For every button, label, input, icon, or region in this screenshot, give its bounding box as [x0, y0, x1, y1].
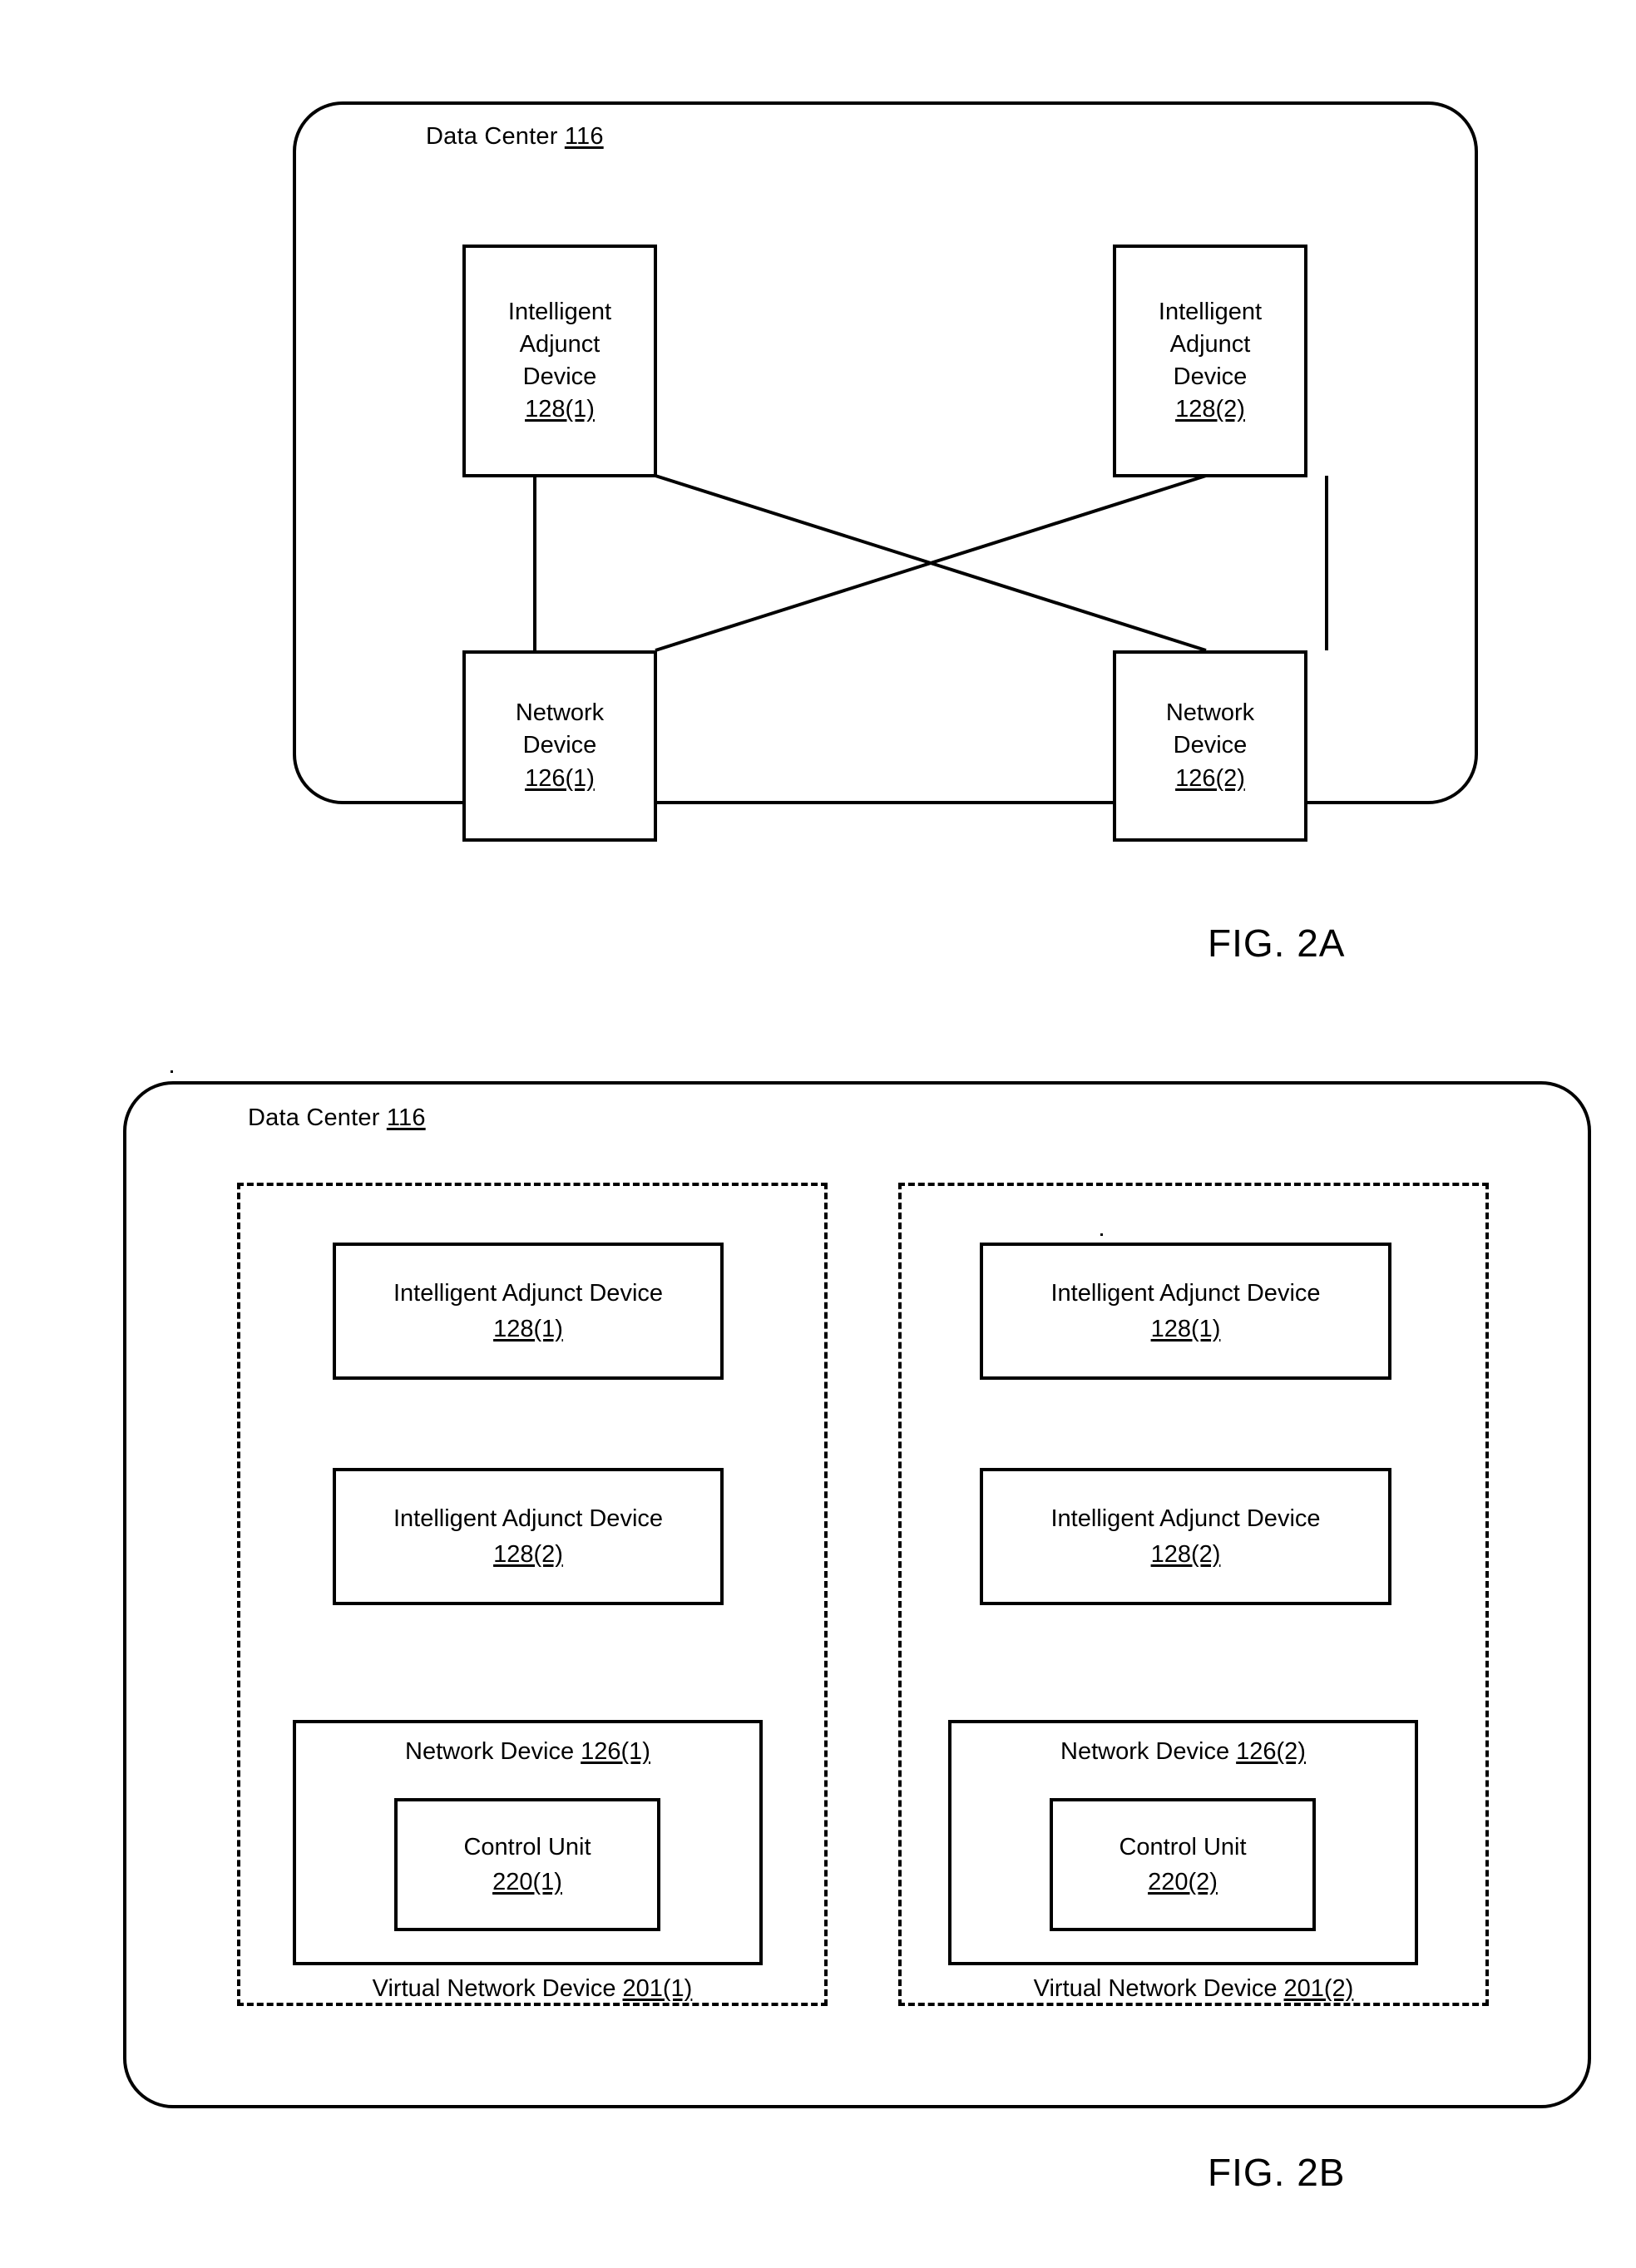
vnd2-label-text: Virtual Network Device [1033, 1975, 1284, 2002]
virtual-network-device-201-1-label: Virtual Network Device 201(1) [237, 1975, 828, 2003]
nd1-title-text-2b: Network Device [405, 1738, 581, 1765]
vnd2-label-ref: 201(2) [1283, 1975, 1354, 2002]
g2-iad1-title: Intelligent Adjunct Device [1050, 1280, 1321, 1307]
network-device-126-2-box-2a: Network Device 126(2) [1113, 650, 1307, 842]
g2-iad1-ref: 128(1) [1150, 1315, 1221, 1342]
virtual-network-device-201-1-adjunct-128-2: Intelligent Adjunct Device 128(2) [333, 1468, 724, 1605]
nd2-title-text-2b: Network Device [1060, 1738, 1237, 1765]
nd1-line-1: Network [515, 699, 605, 727]
data-center-label-text: Data Center [426, 123, 565, 150]
iad1-line-3: Device [522, 363, 597, 390]
iad2-ref: 128(2) [1175, 396, 1245, 423]
intelligent-adjunct-device-128-1-box-2a: Intelligent Adjunct Device 128(1) [462, 245, 657, 477]
cu2-title: Control Unit [1119, 1833, 1247, 1860]
g1-iad2-title: Intelligent Adjunct Device [393, 1505, 664, 1533]
g1-iad2-ref: 128(2) [493, 1540, 563, 1568]
vnd1-label-ref: 201(1) [622, 1975, 693, 2002]
data-center-label-text-2b: Data Center [248, 1104, 387, 1131]
data-center-label-2a: Data Center 116 [426, 123, 604, 151]
g2-iad2-title: Intelligent Adjunct Device [1050, 1505, 1321, 1533]
iad1-line-1: Intelligent [507, 298, 612, 325]
cu2-ref: 220(2) [1148, 1869, 1218, 1895]
network-device-126-1-box-2b: Network Device 126(1) Control Unit 220(1… [293, 1720, 763, 1965]
iad1-ref: 128(1) [525, 396, 595, 423]
artifact-dot-top-left [171, 1070, 173, 1073]
network-device-126-1-box-2a: Network Device 126(1) [462, 650, 657, 842]
nd1-title-ref-2b: 126(1) [581, 1738, 650, 1765]
figure-2a: Data Center 116 Intelligent Adjunct Devi… [0, 0, 1636, 998]
virtual-network-device-201-2-adjunct-128-1: Intelligent Adjunct Device 128(1) [980, 1243, 1391, 1380]
data-center-ref-2b: 116 [386, 1104, 426, 1131]
figure-caption-2b: FIG. 2B [1208, 2151, 1346, 2194]
g1-iad1-title: Intelligent Adjunct Device [393, 1280, 664, 1307]
g1-iad1-ref: 128(1) [493, 1315, 563, 1342]
iad2-line-3: Device [1173, 363, 1248, 390]
nd2-title-ref-2b: 126(2) [1236, 1738, 1306, 1765]
artifact-dot-group-2 [1100, 1233, 1103, 1236]
iad1-line-2: Adjunct [519, 330, 601, 358]
data-center-label-2b: Data Center 116 [248, 1104, 426, 1132]
g2-iad2-ref: 128(2) [1150, 1540, 1221, 1568]
cu1-ref: 220(1) [492, 1869, 562, 1895]
network-device-126-2-title: Network Device 126(2) [951, 1738, 1415, 1766]
data-center-ref: 116 [564, 123, 604, 150]
iad2-line-1: Intelligent [1158, 298, 1263, 325]
iad2-line-2: Adjunct [1169, 330, 1251, 358]
control-unit-220-2-box: Control Unit 220(2) [1050, 1798, 1316, 1931]
nd1-line-2: Device [522, 732, 597, 759]
network-device-126-2-box-2b: Network Device 126(2) Control Unit 220(2… [948, 1720, 1418, 1965]
nd2-ref: 126(2) [1175, 764, 1245, 792]
nd2-line-2: Device [1173, 732, 1248, 759]
network-device-126-1-title: Network Device 126(1) [296, 1738, 759, 1766]
virtual-network-device-201-1-adjunct-128-1: Intelligent Adjunct Device 128(1) [333, 1243, 724, 1380]
virtual-network-device-201-2-adjunct-128-2: Intelligent Adjunct Device 128(2) [980, 1468, 1391, 1605]
vnd1-label-text: Virtual Network Device [372, 1975, 623, 2002]
figure-caption-2a: FIG. 2A [1208, 922, 1346, 965]
nd2-line-1: Network [1165, 699, 1255, 727]
nd1-ref: 126(1) [525, 764, 595, 792]
control-unit-220-1-box: Control Unit 220(1) [394, 1798, 660, 1931]
virtual-network-device-201-2-label: Virtual Network Device 201(2) [898, 1975, 1489, 2003]
cu1-title: Control Unit [463, 1833, 591, 1860]
intelligent-adjunct-device-128-2-box-2a: Intelligent Adjunct Device 128(2) [1113, 245, 1307, 477]
figure-2b: Data Center 116 Intelligent Adjunct Devi… [0, 998, 1636, 2268]
